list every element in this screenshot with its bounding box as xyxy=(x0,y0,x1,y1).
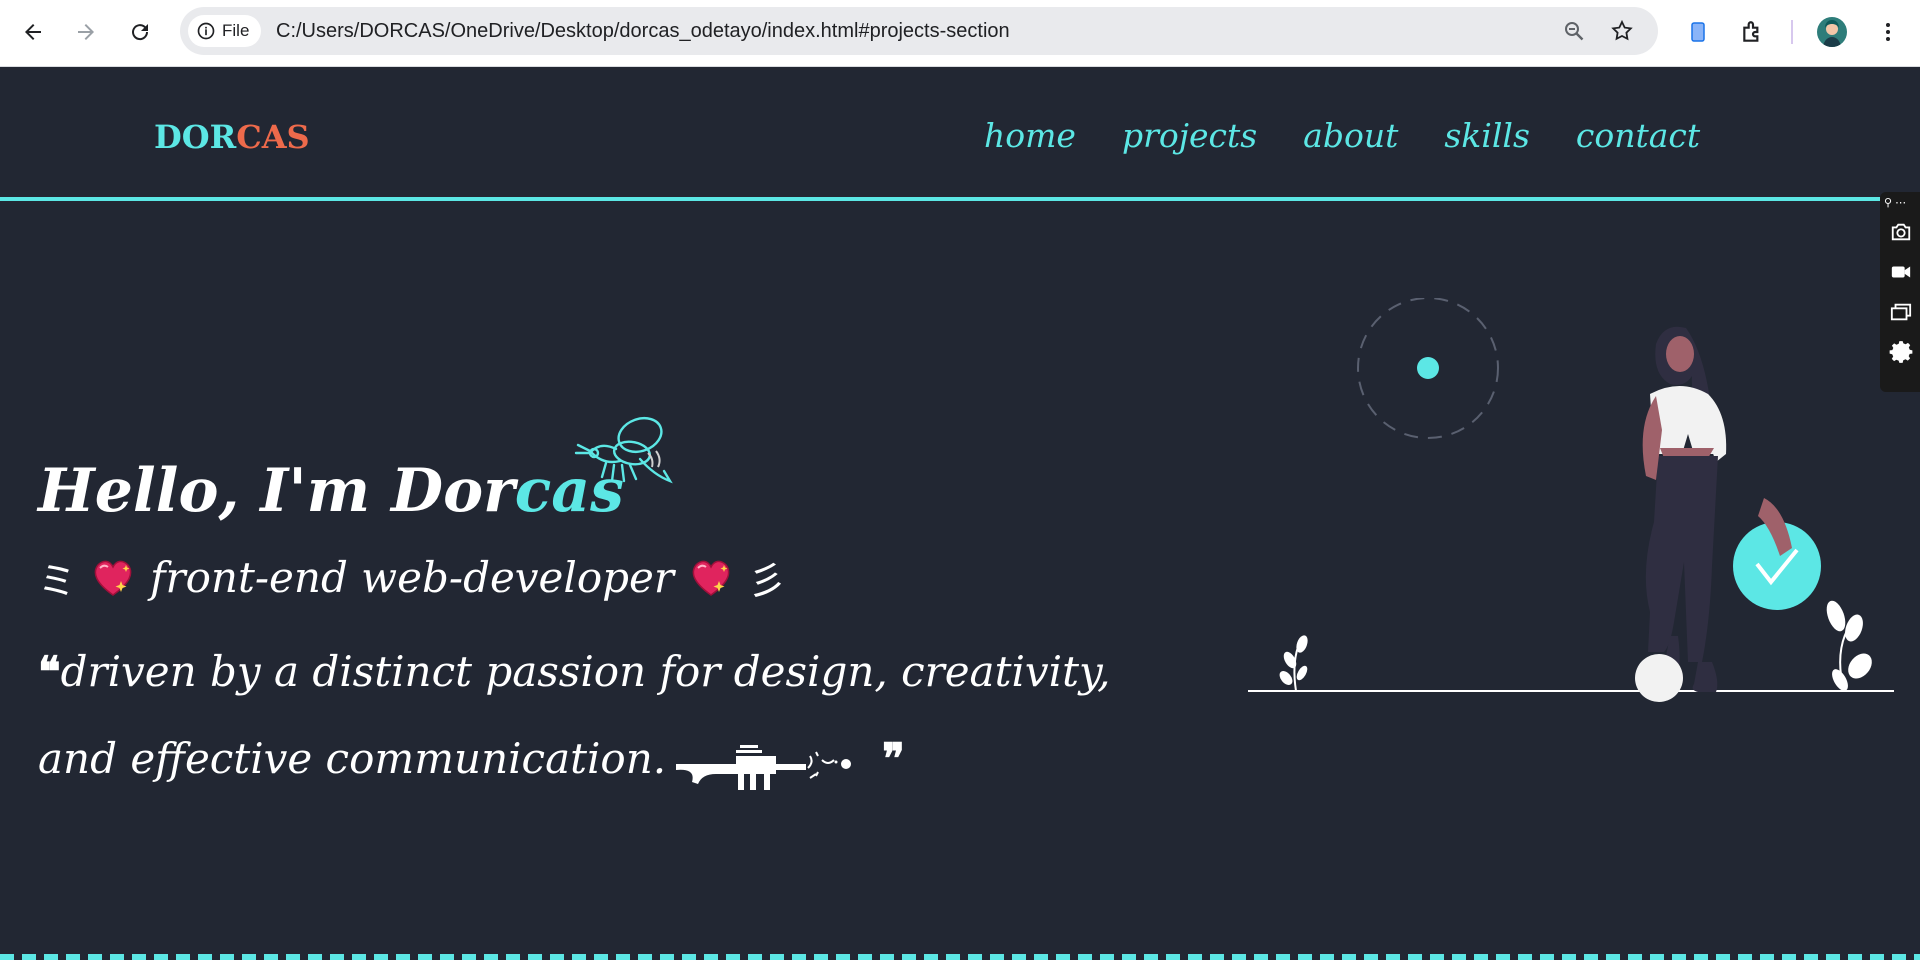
file-chip-label: File xyxy=(222,21,250,40)
toolbar-more-icon[interactable]: ⚲ ⋯ xyxy=(1884,196,1906,209)
forward-button[interactable] xyxy=(68,14,104,50)
subtitle-deco-left: ミ xyxy=(38,559,77,603)
address-bar[interactable]: File C:/Users/DORCAS/OneDrive/Desktop/do… xyxy=(180,7,1658,55)
main-nav: home projects about skills contact xyxy=(984,116,1700,155)
blaster-icon xyxy=(676,745,852,790)
nav-about[interactable]: about xyxy=(1303,116,1398,155)
reload-icon xyxy=(132,24,149,41)
quote-text: driven by a distinct passion for design,… xyxy=(38,647,1111,783)
avatar[interactable] xyxy=(1817,17,1847,47)
nav-skills[interactable]: skills xyxy=(1444,116,1530,155)
ball xyxy=(1635,654,1683,702)
back-button[interactable] xyxy=(15,14,51,50)
camera-icon[interactable] xyxy=(1886,218,1916,246)
quote-open-mark: ❝ xyxy=(38,647,61,696)
subtitle-text: front-end web-developer xyxy=(150,553,674,602)
plant-right xyxy=(1826,600,1872,692)
capture-toolbar: ⚲ ⋯ xyxy=(1880,192,1920,392)
page-content: DORCAS home projects about skills contac… xyxy=(0,68,1920,960)
orbit-dot xyxy=(1417,357,1439,379)
nav-home[interactable]: home xyxy=(984,116,1076,155)
bookmark-icon[interactable] xyxy=(1682,16,1714,48)
woman-figure xyxy=(1635,326,1727,702)
menu-dots-icon[interactable] xyxy=(1872,16,1904,48)
zoom-icon[interactable] xyxy=(1562,19,1586,43)
hero-quote: ❝driven by a distinct passion for design… xyxy=(38,628,1168,802)
nav-projects[interactable]: projects xyxy=(1122,116,1257,155)
subtitle-deco-right: 彡 xyxy=(747,559,786,603)
plant-left xyxy=(1279,635,1308,692)
heart-icon xyxy=(94,560,132,596)
quote-close-mark: ❞ xyxy=(882,734,905,783)
star-icon[interactable] xyxy=(1610,19,1634,43)
toolbar-divider xyxy=(1791,20,1793,44)
reload-button[interactable] xyxy=(122,14,158,50)
video-icon[interactable] xyxy=(1886,258,1916,286)
logo-part-2: CAS xyxy=(236,118,310,156)
heart-icon xyxy=(692,560,730,596)
bee-icon xyxy=(574,416,673,484)
back-arrow-icon xyxy=(25,24,41,40)
nav-contact[interactable]: contact xyxy=(1576,116,1700,155)
site-header: DORCAS home projects about skills contac… xyxy=(0,68,1920,201)
gear-icon[interactable] xyxy=(1886,338,1916,366)
section-divider xyxy=(0,954,1920,960)
url-text[interactable]: C:/Users/DORCAS/OneDrive/Desktop/dorcas_… xyxy=(276,7,1010,55)
forward-arrow-icon xyxy=(78,24,94,40)
logo-part-1: DOR xyxy=(154,118,237,156)
hero-title: Hello, I'm Dorcas xyxy=(38,456,624,526)
windows-icon[interactable] xyxy=(1886,298,1916,326)
hero-illustration xyxy=(1248,298,1894,702)
browser-toolbar: File C:/Users/DORCAS/OneDrive/Desktop/do… xyxy=(0,0,1920,67)
site-info-chip[interactable]: File xyxy=(188,15,262,47)
extensions-icon[interactable] xyxy=(1737,16,1769,48)
hero-subtitle: ミ front-end web-developer 彡 xyxy=(38,550,786,605)
hero-title-main: Hello, I'm Dor xyxy=(38,456,515,526)
info-icon xyxy=(197,22,215,40)
site-logo[interactable]: DORCAS xyxy=(154,118,310,156)
